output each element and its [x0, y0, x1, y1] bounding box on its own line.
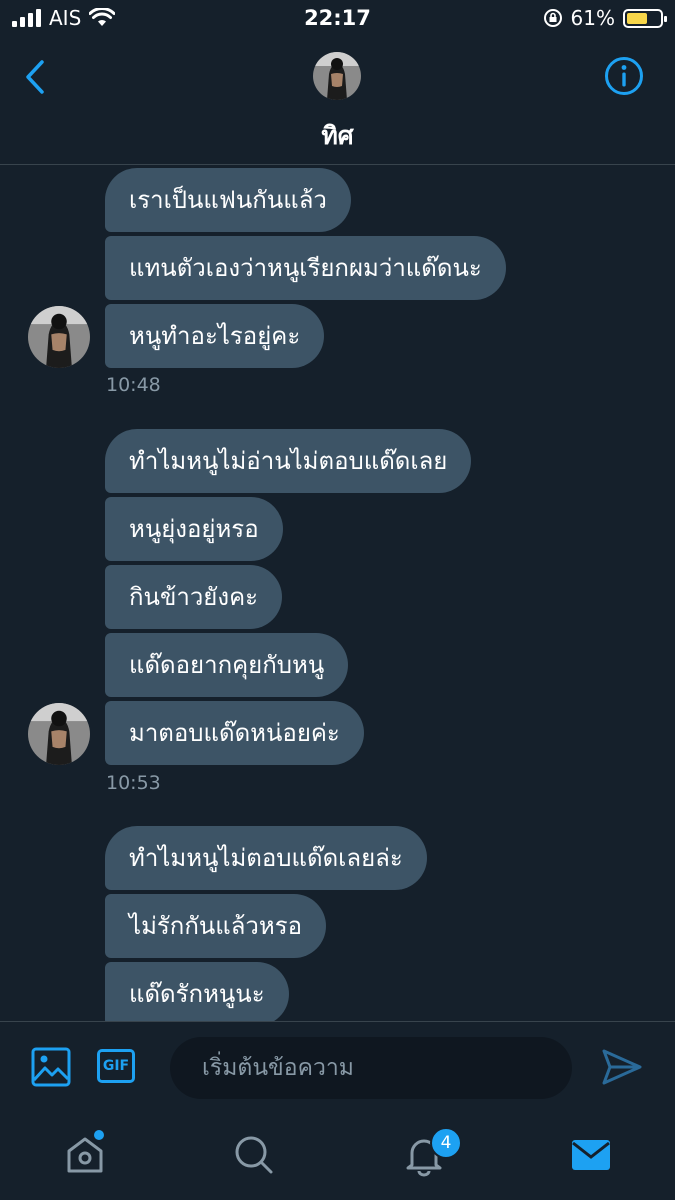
- message-input[interactable]: เริ่มต้นข้อความ: [170, 1037, 572, 1099]
- home-new-dot: [94, 1130, 104, 1140]
- message-composer: GIF เริ่มต้นข้อความ: [0, 1021, 675, 1114]
- message-bubble[interactable]: ทำไมหนูไม่อ่านไม่ตอบแด๊ดเลย: [105, 429, 472, 493]
- message-bubble[interactable]: ไม่รักกันแล้วหรอ: [105, 894, 327, 958]
- message-timestamp: 10:48: [106, 374, 161, 396]
- status-bar: AIS 22:17 61%: [0, 0, 675, 38]
- contact-avatar[interactable]: [313, 52, 361, 100]
- messages-icon[interactable]: [569, 1133, 613, 1177]
- message-bubble[interactable]: เราเป็นแฟนกันแล้ว: [105, 168, 351, 232]
- message-bubble[interactable]: แทนตัวเองว่าหนูเรียกผมว่าแด๊ดนะ: [105, 236, 506, 300]
- back-arrow-icon[interactable]: [20, 56, 52, 98]
- gif-icon[interactable]: GIF: [97, 1049, 135, 1083]
- conversation-header: ทิศ: [0, 38, 675, 165]
- tab-bar: 4: [0, 1113, 675, 1200]
- sender-avatar[interactable]: [28, 703, 90, 765]
- message-bubble[interactable]: แด๊ดรักหนูนะ: [105, 962, 289, 1021]
- contact-name[interactable]: ทิศ: [0, 116, 675, 156]
- sender-avatar[interactable]: [28, 306, 90, 368]
- message-bubble[interactable]: ทำไมหนูไม่ตอบแด๊ดเลยล่ะ: [105, 826, 427, 890]
- notifications-badge: 4: [430, 1127, 462, 1159]
- message-bubble[interactable]: กินข้าวยังคะ: [105, 565, 283, 629]
- message-bubble[interactable]: มาตอบแด๊ดหน่อยค่ะ: [105, 701, 364, 765]
- send-icon[interactable]: [600, 1047, 644, 1087]
- message-bubble[interactable]: หนูยุ่งอยู่หรอ: [105, 497, 283, 561]
- battery-percent: 61%: [570, 6, 615, 30]
- message-bubble[interactable]: แด๊ดอยากคุยกับหนู: [105, 633, 349, 697]
- media-icon[interactable]: [31, 1047, 71, 1087]
- info-icon[interactable]: [604, 56, 644, 96]
- search-icon[interactable]: [232, 1133, 276, 1177]
- status-right: 61%: [543, 6, 667, 30]
- message-bubble[interactable]: หนูทำอะไรอยู่คะ: [105, 304, 325, 368]
- message-list[interactable]: เราเป็นแฟนกันแล้ว แทนตัวเองว่าหนูเรียกผม…: [0, 165, 675, 1021]
- battery-icon: [623, 8, 667, 28]
- message-timestamp: 10:53: [106, 772, 161, 794]
- rotation-lock-icon: [543, 9, 562, 27]
